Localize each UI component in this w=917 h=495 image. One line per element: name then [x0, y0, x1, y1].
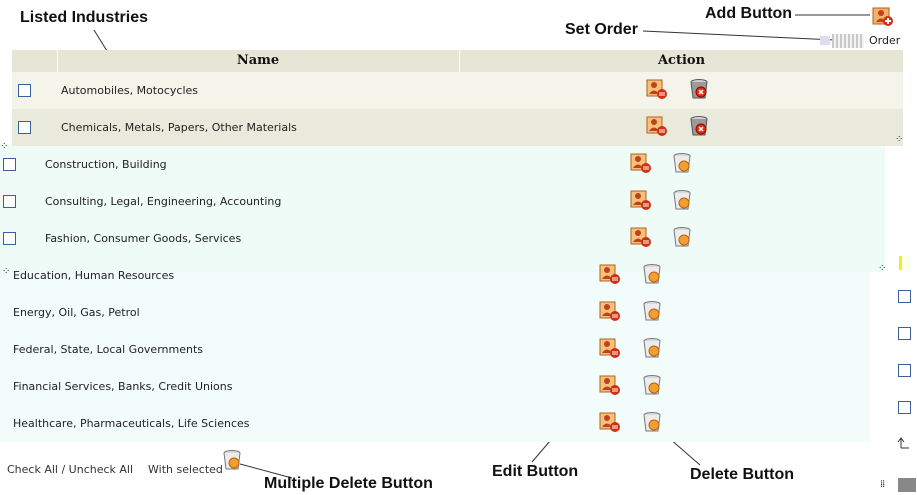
row-name: Federal, State, Local Governments: [13, 343, 204, 356]
table-row: Energy, Oil, Gas, Petrol: [0, 294, 870, 331]
delete-bin-icon: [690, 116, 708, 136]
header-action: Action: [657, 53, 706, 68]
artifact-dots: ⁘: [2, 266, 10, 277]
row-checkbox[interactable]: [18, 121, 31, 134]
edit-button[interactable]: [599, 263, 621, 285]
arrow-up-icon: [897, 436, 911, 450]
row-checkbox[interactable]: [3, 195, 16, 208]
delete-button[interactable]: [671, 189, 693, 211]
delete-button[interactable]: [641, 300, 663, 322]
delete-button[interactable]: [688, 78, 710, 100]
artifact-dots: ⁘: [0, 141, 8, 152]
row-name: Consulting, Legal, Engineering, Accounti…: [45, 195, 282, 208]
callout-delete-button: Delete Button: [690, 466, 794, 483]
delete-button[interactable]: [641, 411, 663, 433]
edit-button[interactable]: [599, 411, 621, 433]
delete-bin-icon: [673, 190, 691, 210]
row-checkbox[interactable]: [898, 401, 911, 414]
edit-icon: [630, 227, 651, 247]
edit-button[interactable]: [599, 374, 621, 396]
row-name: Healthcare, Pharmaceuticals, Life Scienc…: [13, 417, 250, 430]
row-name: Energy, Oil, Gas, Petrol: [13, 306, 140, 319]
edit-button[interactable]: [630, 189, 652, 211]
delete-bin-icon: [223, 450, 241, 470]
delete-bin-icon: [643, 375, 661, 395]
delete-button[interactable]: [641, 263, 663, 285]
table-row: Financial Services, Banks, Credit Unions: [0, 368, 870, 405]
callout-edit-button: Edit Button: [492, 463, 579, 480]
edit-icon: [630, 190, 651, 210]
set-order-link[interactable]: Order: [820, 34, 904, 48]
artifact-block: [898, 478, 916, 492]
add-button[interactable]: [872, 5, 894, 27]
table-row: Federal, State, Local Governments: [0, 331, 870, 368]
edit-icon: [630, 153, 651, 173]
delete-bin-icon: [673, 153, 691, 173]
delete-button[interactable]: [641, 337, 663, 359]
callout-multiple-delete-button: Multiple Delete Button: [264, 475, 433, 492]
table-row: Education, Human Resources: [0, 257, 870, 294]
multiple-delete-button[interactable]: [221, 449, 243, 471]
edit-icon: [599, 301, 620, 321]
set-order-label: Order: [869, 34, 901, 47]
delete-button[interactable]: [671, 152, 693, 174]
edit-icon: [599, 338, 620, 358]
row-name: Chemicals, Metals, Papers, Other Materia…: [61, 121, 297, 134]
add-user-icon: [872, 7, 893, 26]
artifact-dots: ⁘: [878, 263, 886, 274]
callout-add-button: Add Button: [705, 5, 793, 22]
edit-button[interactable]: [630, 152, 652, 174]
delete-bin-icon: [673, 227, 691, 247]
edit-button[interactable]: [646, 78, 668, 100]
row-name: Education, Human Resources: [13, 269, 175, 282]
edit-button[interactable]: [630, 226, 652, 248]
edit-button[interactable]: [599, 300, 621, 322]
edit-button[interactable]: [599, 337, 621, 359]
delete-bin-icon: [690, 79, 708, 99]
edit-icon: [599, 264, 620, 284]
table-row: Healthcare, Pharmaceuticals, Life Scienc…: [0, 405, 870, 442]
table-row: Fashion, Consumer Goods, Services: [0, 220, 885, 257]
edit-button[interactable]: [646, 115, 668, 137]
table-row: Construction, Building: [0, 146, 885, 183]
delete-bin-icon: [643, 412, 661, 432]
edit-icon: [599, 375, 620, 395]
row-name: Automobiles, Motocycles: [61, 84, 198, 97]
delete-button[interactable]: [688, 115, 710, 137]
delete-bin-icon: [643, 264, 661, 284]
set-order-icon: [820, 36, 830, 45]
row-name: Construction, Building: [45, 158, 167, 171]
row-checkbox[interactable]: [898, 364, 911, 377]
edit-icon: [599, 412, 620, 432]
row-checkbox[interactable]: [898, 327, 911, 340]
row-checkbox[interactable]: [18, 84, 31, 97]
edit-icon: [646, 116, 667, 136]
edit-icon: [646, 79, 667, 99]
row-checkbox[interactable]: [3, 158, 16, 171]
row-name: Financial Services, Banks, Credit Unions: [13, 380, 233, 393]
delete-bin-icon: [643, 301, 661, 321]
row-checkbox[interactable]: [3, 232, 16, 245]
table-row: Chemicals, Metals, Papers, Other Materia…: [12, 109, 903, 146]
artifact-dots: ⁞⁞: [880, 479, 885, 490]
table-row: Automobiles, Motocycles: [12, 72, 903, 109]
delete-bin-icon: [643, 338, 661, 358]
row-checkbox[interactable]: [898, 290, 911, 303]
row-name: Fashion, Consumer Goods, Services: [45, 232, 242, 245]
table-row: Consulting, Legal, Engineering, Accounti…: [0, 183, 885, 220]
callout-listed-industries: Listed Industries: [20, 9, 149, 26]
header-name: Name: [236, 53, 280, 68]
callout-set-order: Set Order: [565, 21, 638, 38]
with-selected-label: With selected: [148, 463, 223, 476]
artifact-dots: ⁘: [895, 134, 903, 145]
table-header: Name Action: [12, 50, 903, 72]
set-order-graphic: [832, 34, 864, 48]
delete-button[interactable]: [671, 226, 693, 248]
artifact-block: [899, 256, 912, 270]
check-all-link[interactable]: Check All / Uncheck All: [7, 463, 133, 476]
delete-button[interactable]: [641, 374, 663, 396]
